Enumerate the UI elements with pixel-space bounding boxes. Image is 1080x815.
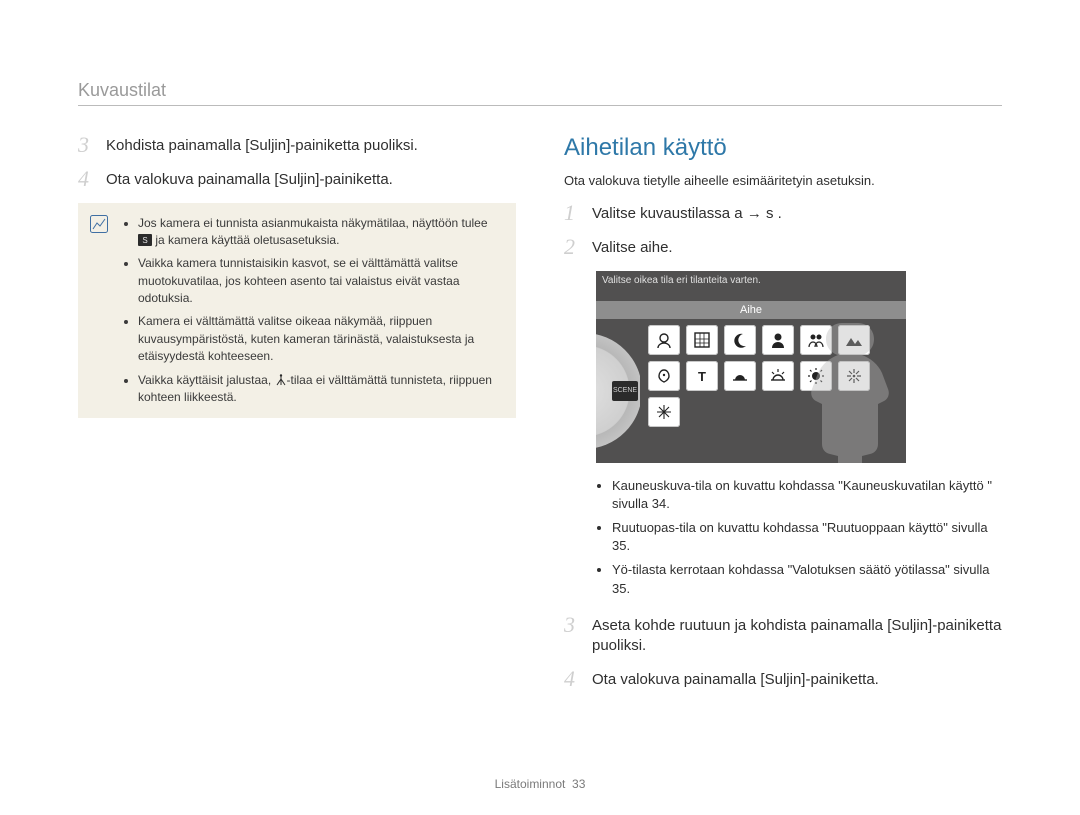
- note-box: Jos kamera ei tunnista asianmukaista näk…: [78, 203, 516, 419]
- note-item: Vaikka käyttäisit jalustaa, -tilaa ei vä…: [138, 372, 500, 407]
- note-text: Vaikka käyttäisit jalustaa,: [138, 373, 275, 387]
- sub-note-item: Kauneuskuva-tila on kuvattu kohdassa "Ka…: [612, 477, 1002, 513]
- step-text: Aseta kohde ruutuun ja kohdista painamal…: [592, 614, 1002, 657]
- step: 2 Valitse aihe.: [564, 236, 1002, 258]
- tripod-icon: [275, 374, 287, 386]
- step: 4 Ota valokuva painamalla [Suljin]-paini…: [564, 668, 1002, 690]
- step: 3 Aseta kohde ruutuun ja kohdista painam…: [564, 614, 1002, 657]
- scene-mode-icon: s: [766, 205, 774, 222]
- scene-landscape-icon: [838, 325, 870, 355]
- scene-sunset-icon: [724, 361, 756, 391]
- scene-text-icon: T: [686, 361, 718, 391]
- scene-frame-guide-icon: [686, 325, 718, 355]
- scene-beach-snow-icon: [648, 397, 680, 427]
- step-number: 4: [78, 168, 96, 190]
- step-text: Valitse kuvaustilassa a → s .: [592, 202, 782, 224]
- mode-dial-scene-icon: SCENE: [612, 381, 638, 401]
- scene-closeup-icon: [648, 361, 680, 391]
- footer-section: Lisätoiminnot: [495, 777, 566, 791]
- note-text: ja kamera käyttää oletusasetuksia.: [152, 233, 339, 247]
- preview-tab: Aihe: [596, 301, 906, 319]
- camera-preview: Valitse oikea tila eri tilanteita varten…: [596, 271, 906, 463]
- note-item: Vaikka kamera tunnistaisikin kasvot, se …: [138, 255, 500, 307]
- step-number: 1: [564, 202, 582, 224]
- step-number: 4: [564, 668, 582, 690]
- step: 3 Kohdista painamalla [Suljin]-painikett…: [78, 134, 516, 156]
- note-item: Kamera ei välttämättä valitse oikeaa näk…: [138, 313, 500, 365]
- step-text: Kohdista painamalla [Suljin]-painiketta …: [106, 134, 418, 156]
- note-list: Jos kamera ei tunnista asianmukaista näk…: [124, 215, 500, 407]
- left-column: 3 Kohdista painamalla [Suljin]-painikett…: [78, 134, 516, 703]
- mode-dial-icon: a: [734, 205, 742, 222]
- page-footer: Lisätoiminnot 33: [0, 777, 1080, 791]
- columns: 3 Kohdista painamalla [Suljin]-painikett…: [78, 134, 1002, 703]
- note-text: Jos kamera ei tunnista asianmukaista näk…: [138, 216, 488, 230]
- step-text-part: Valitse kuvaustilassa: [592, 205, 734, 222]
- scene-dawn-icon: [762, 361, 794, 391]
- svg-text:T: T: [698, 369, 706, 384]
- scene-beauty-shot-icon: [648, 325, 680, 355]
- scene-portrait-icon: [762, 325, 794, 355]
- step-number: 3: [78, 134, 96, 156]
- sub-note-item: Yö-tilasta kerrotaan kohdassa "Valotukse…: [612, 561, 1002, 597]
- sub-note-item: Ruutuopas-tila on kuvattu kohdassa "Ruut…: [612, 519, 1002, 555]
- scene-grid: T: [640, 319, 906, 463]
- footer-page-number: 33: [572, 777, 585, 791]
- step-text-part: .: [778, 205, 782, 222]
- section-intro: Ota valokuva tietylle aiheelle esimäärit…: [564, 172, 1002, 190]
- page-header: Kuvaustilat: [78, 80, 1002, 106]
- step: 4 Ota valokuva painamalla [Suljin]-paini…: [78, 168, 516, 190]
- note-icon: [90, 215, 108, 233]
- scene-fireworks-icon: [838, 361, 870, 391]
- note-item: Jos kamera ei tunnista asianmukaista näk…: [138, 215, 500, 250]
- step: 1 Valitse kuvaustilassa a → s .: [564, 202, 1002, 224]
- svg-text:S: S: [142, 236, 147, 245]
- sub-notes: Kauneuskuva-tila on kuvattu kohdassa "Ka…: [596, 477, 1002, 598]
- step-number: 2: [564, 236, 582, 258]
- scene-children-icon: [800, 325, 832, 355]
- mode-dial: SCENE: [596, 319, 640, 463]
- step-text: Ota valokuva painamalla [Suljin]-painike…: [592, 668, 879, 690]
- step-text-part: →: [747, 205, 766, 222]
- preview-tip: Valitse oikea tila eri tilanteita varten…: [602, 275, 761, 287]
- step-number: 3: [564, 614, 582, 636]
- scene-night-icon: [724, 325, 756, 355]
- smart-auto-default-icon: S: [138, 234, 152, 246]
- section-title: Aihetilan käyttö: [564, 134, 1002, 162]
- scene-backlight-icon: [800, 361, 832, 391]
- page: Kuvaustilat 3 Kohdista painamalla [Sulji…: [0, 0, 1080, 815]
- step-text: Ota valokuva painamalla [Suljin]-painike…: [106, 168, 393, 190]
- step-text: Valitse aihe.: [592, 236, 673, 258]
- right-column: Aihetilan käyttö Ota valokuva tietylle a…: [564, 134, 1002, 703]
